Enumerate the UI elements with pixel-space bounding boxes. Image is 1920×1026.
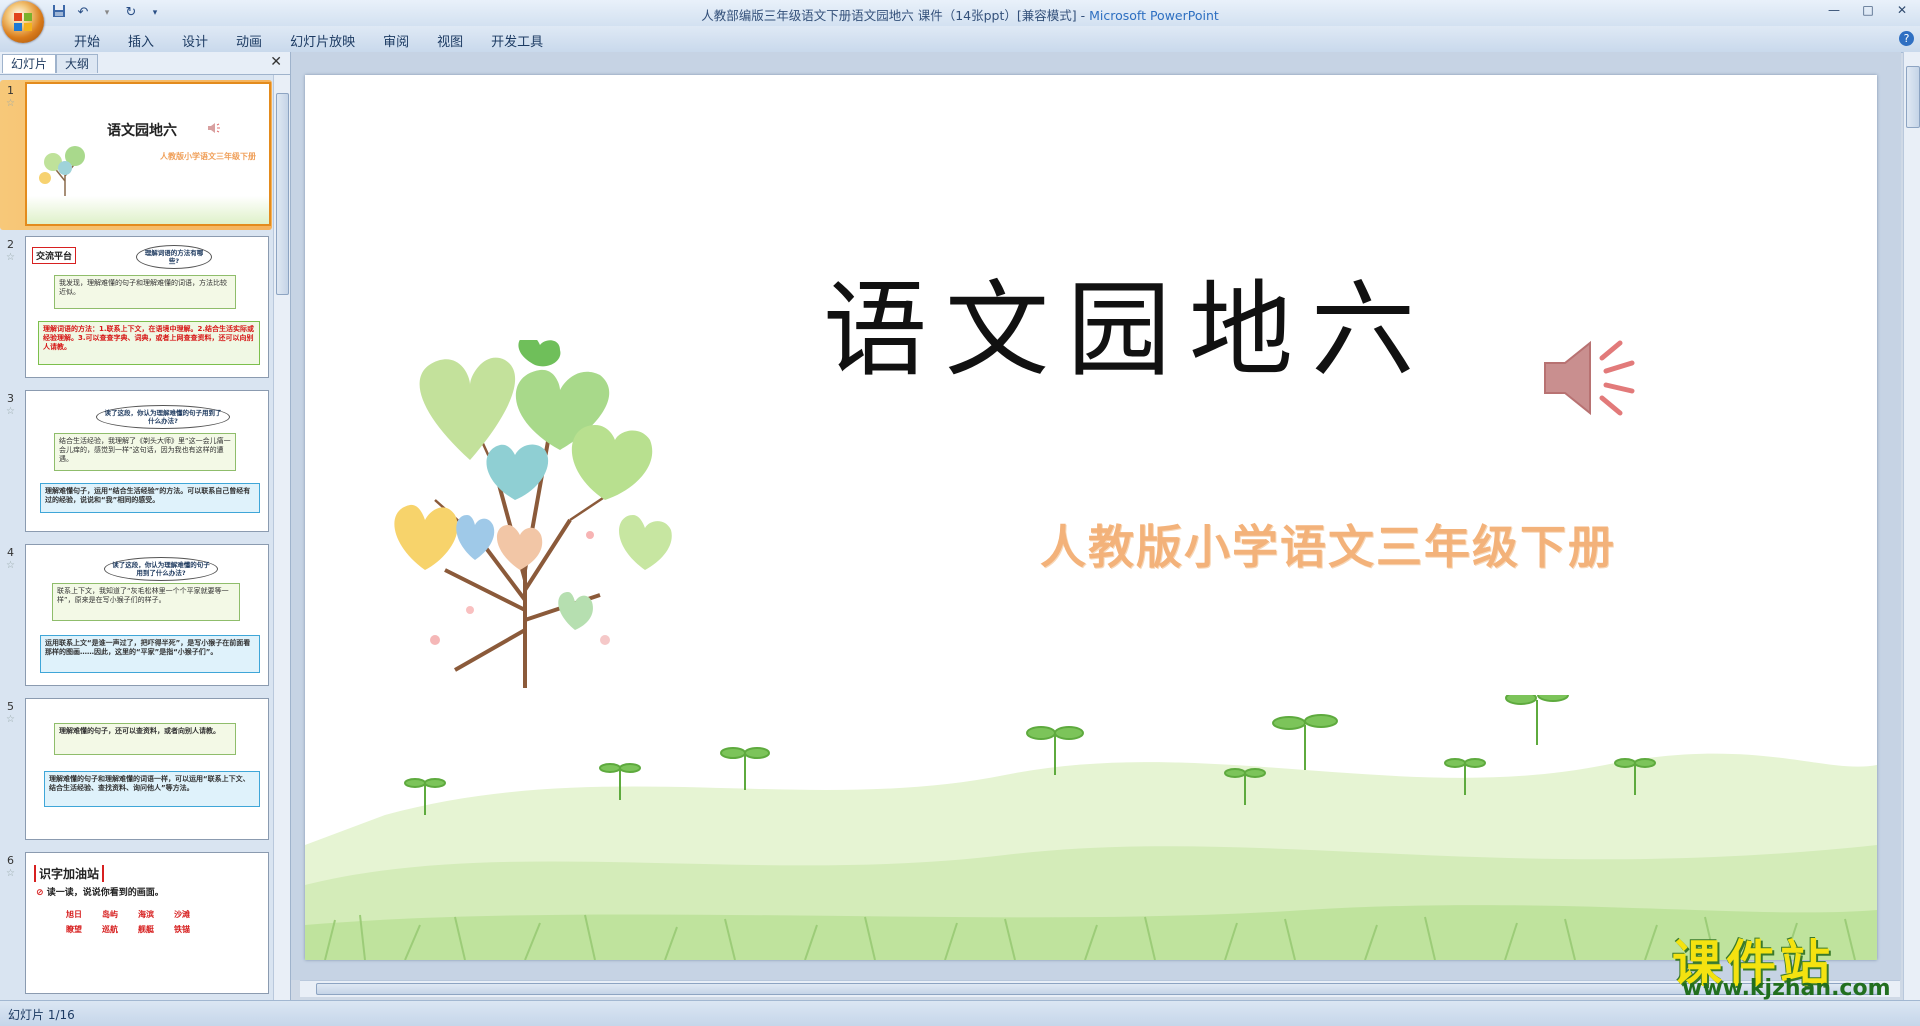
status-bar: 幻灯片 1/16 <box>0 1000 1920 1026</box>
slide-thumbnail-1[interactable]: 1 ☆ 语文园地六 人教版小学语文三年级下册 <box>0 80 272 230</box>
grass-decoration <box>27 196 269 224</box>
thumb-blue-box: 运用联系上文“是谁一声过了，把吓得半死”，是写小猴子在前面看那样的图画……因此，… <box>40 635 260 673</box>
thumb-word: 海滨 <box>138 910 154 919</box>
tab-home[interactable]: 开始 <box>60 31 114 50</box>
slide-thumbnail-image: 交流平台 理解词语的方法有哪些? 我发现，理解难懂的句子和理解难懂的词语，方法比… <box>25 236 269 378</box>
thumb-word: 旭日 <box>66 910 82 919</box>
title-bar: ↶ ▾ ↻ ▾ 人教部编版三年级语文下册语文园地六 课件（14张ppt）[兼容模… <box>0 0 1920 26</box>
panel-close-icon[interactable]: ✕ <box>270 54 282 70</box>
thumb-blue-box: 理解难懂的句子和理解难懂的词语一样，可以运用“联系上下文、结合生活经验、查找资料… <box>44 771 260 807</box>
slide-thumbnail-3[interactable]: 3 ☆ 读了这段，你认为理解难懂的句子用到了什么办法? 结合生活经验，我理解了《… <box>0 388 272 538</box>
thumb-title: 识字加油站 <box>34 865 105 882</box>
slide-thumbnail-image: 读了这段，你认为理解难懂的句子用到了什么办法? 联系上下文，我知道了“灰毛松林里… <box>25 544 269 686</box>
thumb-word: 铁锚 <box>174 925 190 934</box>
thumb-subtitle: 人教版小学语文三年级下册 <box>160 152 256 161</box>
thumb-word: 巡航 <box>102 925 118 934</box>
thumb-word-grid: 旭日 岛屿 海滨 沙滩 瞭望 巡航 舰艇 铁锚 <box>66 909 216 935</box>
animation-star-icon: ☆ <box>6 98 15 109</box>
thumb-red-box: 理解词语的方法：1.联系上下文，在语境中理解。2.结合生活实际或经验理解。3.可… <box>38 321 260 365</box>
scrollbar-thumb[interactable] <box>276 93 289 295</box>
thumb-cloud: 理解词语的方法有哪些? <box>136 245 212 269</box>
slide-thumbnail-4[interactable]: 4 ☆ 读了这段，你认为理解难懂的句子用到了什么办法? 联系上下文，我知道了“灰… <box>0 542 272 692</box>
thumb-textbox: 联系上下文，我知道了“灰毛松林里一个个平家就要等一样”，原来是在写小猴子们的样子… <box>52 583 240 621</box>
window-controls: — □ ✕ <box>1824 3 1912 17</box>
thumb-word: 岛屿 <box>102 910 118 919</box>
slide-number: 3 <box>7 392 14 405</box>
thumb-instruction-text: 读一读，说说你看到的画面。 <box>46 888 164 898</box>
animation-star-icon: ☆ <box>6 868 15 879</box>
slide-number: 4 <box>7 546 14 559</box>
slide-indicator: 幻灯片 1/16 <box>8 1008 75 1022</box>
animation-star-icon: ☆ <box>6 560 15 571</box>
thumb-word: 舰艇 <box>138 925 154 934</box>
slide-thumbnail-image: 识字加油站 ⊘ 读一读，说说你看到的画面。 旭日 岛屿 海滨 沙滩 瞭望 巡航 … <box>25 852 269 994</box>
thumb-blue-box: 理解难懂句子，运用“结合生活经验”的方法。可以联系自己曾经有过的经验，说说和“我… <box>40 483 260 513</box>
thumb-textbox: 理解难懂的句子，还可以查资料，或者向别人请教。 <box>54 723 236 755</box>
current-slide[interactable]: 语文园地六 人教版小学语文三年级下册 <box>305 75 1877 960</box>
tab-animations[interactable]: 动画 <box>222 31 276 50</box>
tab-insert[interactable]: 插入 <box>114 31 168 50</box>
slide-thumbnail-2[interactable]: 2 ☆ 交流平台 理解词语的方法有哪些? 我发现，理解难懂的句子和理解难懂的词语… <box>0 234 272 384</box>
office-logo-icon <box>14 13 32 31</box>
thumb-word: 瞭望 <box>66 925 82 934</box>
slide-thumbnail-5[interactable]: 5 ☆ 理解难懂的句子，还可以查资料，或者向别人请教。 理解难懂的句子和理解难懂… <box>0 696 272 846</box>
app-name: Microsoft PowerPoint <box>1089 8 1219 23</box>
maximize-button[interactable]: □ <box>1858 3 1878 17</box>
speaker-icon[interactable] <box>1540 333 1640 423</box>
animation-star-icon: ☆ <box>6 406 15 417</box>
help-icon[interactable]: ? <box>1899 31 1914 46</box>
animation-star-icon: ☆ <box>6 252 15 263</box>
slide-horizontal-scrollbar[interactable] <box>300 980 1900 997</box>
minimize-button[interactable]: — <box>1824 3 1844 17</box>
grass-decoration <box>305 695 1877 960</box>
thumbnail-list: 1 ☆ 语文园地六 人教版小学语文三年级下册 2 ☆ 交流平台 理解词语的方法有… <box>0 75 272 1000</box>
slide-thumbnail-6[interactable]: 6 ☆ 识字加油站 ⊘ 读一读，说说你看到的画面。 旭日 岛屿 海滨 沙滩 瞭望… <box>0 850 272 1000</box>
slide-thumbnail-image: 读了这段，你认为理解难懂的句子用到了什么办法? 结合生活经验，我理解了《剃头大师… <box>25 390 269 532</box>
tab-slides[interactable]: 幻灯片 <box>2 54 57 73</box>
thumb-word: 沙滩 <box>174 910 190 919</box>
ribbon: 开始 插入 设计 动画 幻灯片放映 审阅 视图 开发工具 ? <box>0 26 1920 53</box>
tab-outline[interactable]: 大纲 <box>56 54 99 73</box>
scrollbar-thumb[interactable] <box>316 983 1878 995</box>
window-title-text: 人教部编版三年级语文下册语文园地六 课件（14张ppt）[兼容模式] - <box>701 8 1090 23</box>
slide-thumbnail-image: 理解难懂的句子，还可以查资料，或者向别人请教。 理解难懂的句子和理解难懂的词语一… <box>25 698 269 840</box>
window-title: 人教部编版三年级语文下册语文园地六 课件（14张ppt）[兼容模式] - Mic… <box>0 5 1920 24</box>
thumb-label: 交流平台 <box>32 247 77 264</box>
slides-panel: 幻灯片 大纲 ✕ 1 ☆ 语文园地六 人教版小学语文三年级下册 2 ☆ 交流平台… <box>0 52 291 1000</box>
close-button[interactable]: ✕ <box>1892 3 1912 17</box>
slide-subtitle[interactable]: 人教版小学语文三年级下册 <box>1040 511 1616 577</box>
tab-view[interactable]: 视图 <box>423 31 477 50</box>
bullet-icon: ⊘ <box>36 888 47 898</box>
speaker-icon <box>208 123 220 133</box>
thumb-textbox: 结合生活经验，我理解了《剃头大师》里“这一会儿痛一会儿痒的，感觉到一样”这句话，… <box>54 433 236 471</box>
tab-review[interactable]: 审阅 <box>369 31 423 50</box>
tree-illustration <box>394 340 672 688</box>
tab-slideshow[interactable]: 幻灯片放映 <box>276 31 369 50</box>
thumb-cloud: 读了这段，你认为理解难懂的句子用到了什么办法? <box>96 405 230 429</box>
slide-vertical-scrollbar[interactable] <box>1903 52 1920 1000</box>
slide-thumbnail-image: 语文园地六 人教版小学语文三年级下册 <box>25 82 271 226</box>
ribbon-tabs: 开始 插入 设计 动画 幻灯片放映 审阅 视图 开发工具 <box>60 31 557 50</box>
slide-number: 2 <box>7 238 14 251</box>
animation-star-icon: ☆ <box>6 714 15 725</box>
slide-title[interactable]: 语文园地六 <box>823 245 1433 396</box>
watermark: 课件站 www.kjzhan.com <box>1672 924 1902 1001</box>
thumb-cloud: 读了这段，你认为理解难懂的句子用到了什么办法? <box>104 557 218 581</box>
slide-number: 5 <box>7 700 14 713</box>
thumb-textbox: 我发现，理解难懂的句子和理解难懂的词语，方法比较近似。 <box>54 275 236 309</box>
watermark-url: www.kjzhan.com <box>1682 976 1891 1001</box>
slide-number: 1 <box>7 84 14 97</box>
thumb-instruction: ⊘ 读一读，说说你看到的画面。 <box>36 885 164 898</box>
thumb-title: 语文园地六 <box>107 123 177 139</box>
slide-workarea: 语文园地六 人教版小学语文三年级下册 <box>291 52 1901 980</box>
thumbnail-scrollbar[interactable] <box>273 75 290 1000</box>
slide-number: 6 <box>7 854 14 867</box>
panel-tabs: 幻灯片 大纲 ✕ <box>0 52 290 75</box>
office-button[interactable] <box>2 1 44 43</box>
scrollbar-thumb[interactable] <box>1906 66 1920 128</box>
tab-developer[interactable]: 开发工具 <box>477 31 557 50</box>
tab-design[interactable]: 设计 <box>168 31 222 50</box>
